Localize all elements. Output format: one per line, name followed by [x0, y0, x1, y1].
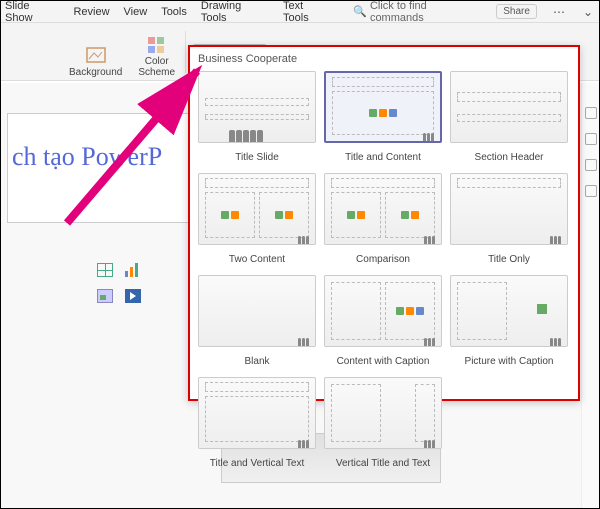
collapse-ribbon-icon[interactable]: ⌄	[581, 5, 595, 19]
side-rail	[581, 83, 599, 508]
content-placeholder-icons	[97, 263, 141, 303]
insert-picture-icon[interactable]	[97, 289, 113, 303]
menu-text-tools[interactable]: Text Tools	[283, 0, 331, 24]
rail-icon-3[interactable]	[585, 159, 597, 171]
layout-label-7: Content with Caption	[337, 349, 430, 373]
menu-slide-show[interactable]: Slide Show	[5, 0, 59, 24]
layout-section-header[interactable]: Section Header	[448, 71, 570, 169]
insert-table-icon[interactable]	[97, 263, 113, 277]
rail-icon-1[interactable]	[585, 107, 597, 119]
layout-panel-heading: Business Cooperate	[196, 51, 572, 71]
command-finder[interactable]: 🔍 Click to find commands	[353, 0, 482, 24]
layout-title-and-vertical-text[interactable]: Title and Vertical Text	[196, 377, 318, 475]
layout-label-4: Comparison	[356, 247, 410, 271]
annotation-arrow	[47, 63, 227, 246]
layout-blank[interactable]: Blank	[196, 275, 318, 373]
layout-label-2: Section Header	[475, 145, 544, 169]
rail-icon-2[interactable]	[585, 133, 597, 145]
layout-label-5: Title Only	[488, 247, 530, 271]
layout-comparison[interactable]: Comparison	[322, 173, 444, 271]
insert-video-icon[interactable]	[125, 289, 141, 303]
layout-dropdown-panel: Business Cooperate Title Slide Title and…	[188, 45, 580, 401]
layout-label-8: Picture with Caption	[465, 349, 554, 373]
share-button[interactable]: Share	[496, 4, 537, 19]
menu-tools[interactable]: Tools	[161, 6, 187, 18]
menu-view[interactable]: View	[124, 6, 148, 18]
command-finder-text: Click to find commands	[370, 0, 482, 24]
layout-title-only[interactable]: Title Only	[448, 173, 570, 271]
menu-review[interactable]: Review	[73, 6, 109, 18]
layout-label-6: Blank	[244, 349, 269, 373]
layout-picture-with-caption[interactable]: Picture with Caption	[448, 275, 570, 373]
menu-drawing-tools[interactable]: Drawing Tools	[201, 0, 269, 24]
insert-chart-icon[interactable]	[125, 263, 141, 277]
layout-title-and-content[interactable]: Title and Content	[322, 71, 444, 169]
search-icon: 🔍	[353, 5, 367, 18]
more-icon[interactable]: ⋯	[551, 5, 567, 19]
layout-label-3: Two Content	[229, 247, 285, 271]
layout-content-with-caption[interactable]: Content with Caption	[322, 275, 444, 373]
layout-label-10: Vertical Title and Text	[336, 451, 430, 475]
layout-grid: Title Slide Title and Content Section He…	[196, 71, 572, 475]
layout-label-9: Title and Vertical Text	[210, 451, 305, 475]
background-icon	[86, 47, 106, 65]
rail-icon-4[interactable]	[585, 185, 597, 197]
layout-vertical-title-and-text[interactable]: Vertical Title and Text	[322, 377, 444, 475]
layout-label-0: Title Slide	[235, 145, 279, 169]
layout-label-1: Title and Content	[345, 145, 421, 169]
menu-bar: Slide Show Review View Tools Drawing Too…	[1, 1, 599, 23]
color-scheme-icon	[147, 36, 167, 54]
